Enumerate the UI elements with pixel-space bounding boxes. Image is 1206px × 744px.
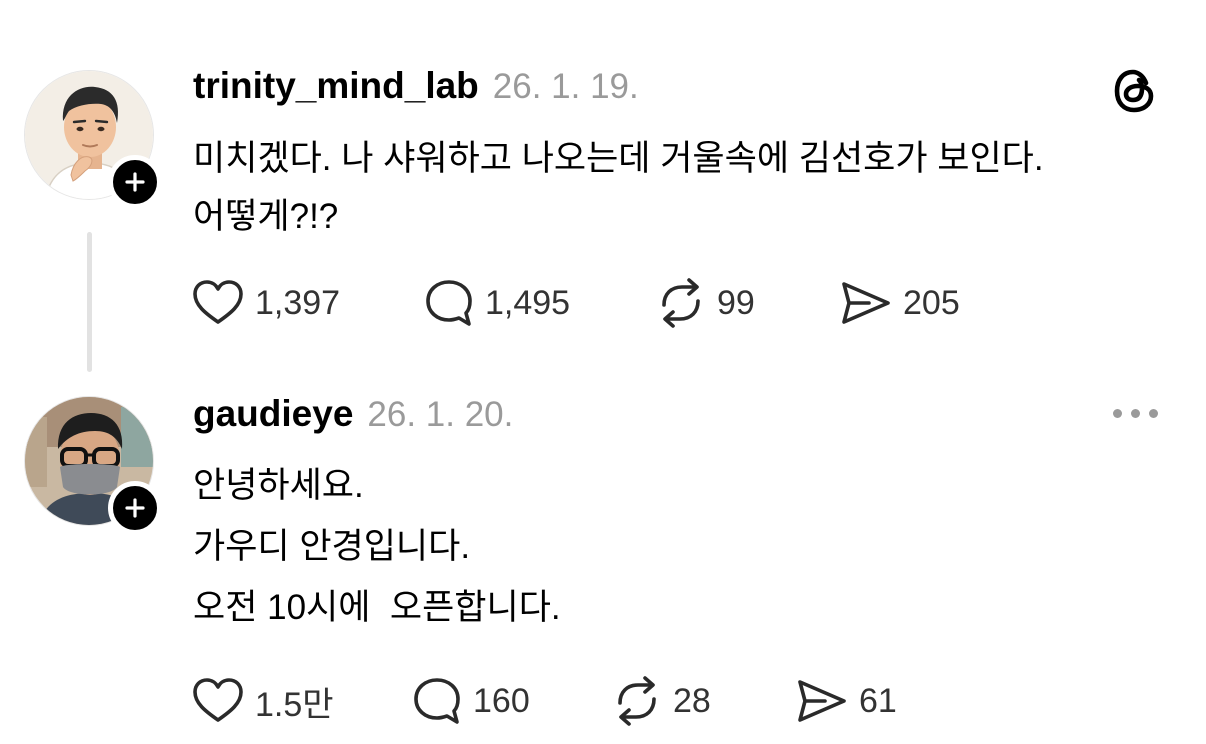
username[interactable]: gaudieye <box>193 393 353 435</box>
more-dot <box>1131 409 1140 418</box>
repost-arrows-icon <box>662 278 700 328</box>
speech-bubble-icon <box>414 678 460 724</box>
repost-arrows-icon <box>618 676 656 726</box>
action-bar: 1.5만 160 28 61 <box>191 676 897 726</box>
share-count: 205 <box>903 283 960 322</box>
more-icon[interactable] <box>1111 403 1160 424</box>
like-button[interactable]: 1,397 <box>191 279 423 327</box>
share-button[interactable]: 61 <box>795 677 897 725</box>
share-count: 61 <box>859 681 897 720</box>
post-text: 미치겠다. 나 샤워하고 나오는데 거울속에 김선호가 보인다. 어떻게?!? <box>193 139 1044 236</box>
username[interactable]: trinity_mind_lab <box>193 65 479 107</box>
like-count: 1,397 <box>255 283 341 322</box>
post: gaudieye 26. 1. 20. 안녕하세요. 가우디 안경입니다. 오전… <box>0 380 1206 744</box>
repost-count: 28 <box>673 681 711 720</box>
repost-count: 99 <box>717 283 755 322</box>
heart-icon <box>193 678 243 722</box>
post-date: 26. 1. 20. <box>367 395 514 434</box>
reply-button[interactable]: 160 <box>411 676 611 726</box>
plus-icon <box>125 172 145 192</box>
reply-button[interactable]: 1,495 <box>423 278 655 328</box>
share-button[interactable]: 205 <box>839 279 960 327</box>
heart-icon <box>193 280 243 324</box>
paper-plane-icon <box>842 282 890 324</box>
reply-count: 160 <box>473 681 530 720</box>
more-dot <box>1113 409 1122 418</box>
threads-logo-icon[interactable] <box>1112 68 1156 119</box>
more-dot <box>1149 409 1158 418</box>
action-bar: 1,397 1,495 99 205 <box>191 278 960 328</box>
post: trinity_mind_lab 26. 1. 19. 미치겠다. 나 샤워하고… <box>0 0 1206 380</box>
follow-button[interactable] <box>108 155 162 209</box>
thread-connector-line <box>87 232 92 372</box>
repost-button[interactable]: 28 <box>611 676 795 726</box>
like-button[interactable]: 1.5만 <box>191 677 411 726</box>
speech-bubble-icon <box>426 280 472 326</box>
post-text: 안녕하세요. 가우디 안경입니다. 오전 10시에 오픈합니다. <box>193 466 561 627</box>
reply-count: 1,495 <box>485 283 571 322</box>
follow-button[interactable] <box>108 481 162 535</box>
post-header: gaudieye 26. 1. 20. <box>193 393 513 439</box>
like-count: 1.5만 <box>255 685 334 724</box>
post-date: 26. 1. 19. <box>492 67 639 106</box>
repost-button[interactable]: 99 <box>655 278 839 328</box>
post-header: trinity_mind_lab 26. 1. 19. <box>193 65 639 111</box>
paper-plane-icon <box>798 680 846 722</box>
plus-icon <box>125 498 145 518</box>
